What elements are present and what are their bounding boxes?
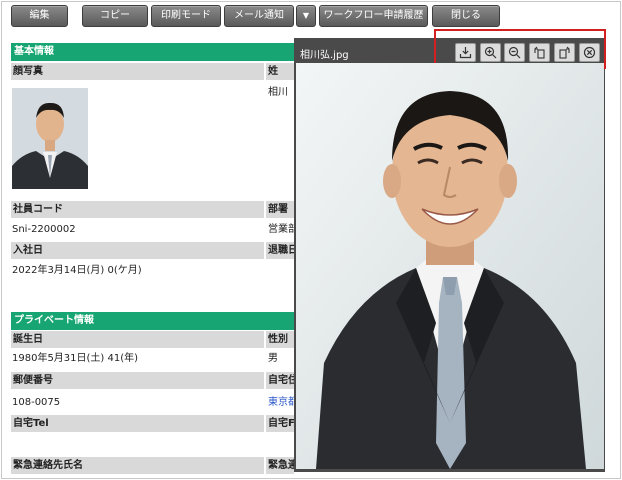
surname-label: 姓 bbox=[266, 63, 294, 80]
home-address-label: 自宅住所 bbox=[266, 372, 294, 389]
postal-code-value: 108-0075 bbox=[12, 397, 61, 408]
gender-value: 男 bbox=[268, 353, 278, 364]
emergency-tel-label: 緊急連絡先 bbox=[266, 457, 294, 474]
photo-label: 顔写真 bbox=[11, 63, 264, 80]
edit-button[interactable]: 編集 bbox=[11, 5, 68, 27]
department-value: 営業部 bbox=[268, 224, 294, 235]
mail-notify-dropdown-button[interactable]: ▼ bbox=[296, 5, 316, 27]
print-mode-button[interactable]: 印刷モード bbox=[151, 5, 221, 27]
retire-date-label: 退職日 bbox=[266, 242, 294, 259]
join-date-value: 2022年3月14日(月) 0(ケ月) bbox=[12, 265, 142, 276]
home-fax-label: 自宅FAX bbox=[266, 415, 294, 432]
profile-photo[interactable] bbox=[12, 88, 88, 189]
birthday-value: 1980年5月31日(土) 41(年) bbox=[12, 353, 139, 364]
mail-notify-button[interactable]: メール通知 bbox=[224, 5, 294, 27]
employee-code-value: Sni-2200002 bbox=[12, 224, 76, 235]
surname-value: 相川 bbox=[268, 87, 288, 98]
viewer-image bbox=[296, 63, 604, 469]
postal-code-label: 郵便番号 bbox=[11, 372, 264, 389]
employee-code-label: 社員コード bbox=[11, 201, 264, 218]
copy-button[interactable]: コピー bbox=[82, 5, 148, 27]
home-address-value[interactable]: 東京都 bbox=[268, 396, 294, 410]
viewer-filename: 相川弘.jpg bbox=[300, 50, 349, 61]
join-date-label: 入社日 bbox=[11, 242, 264, 259]
basic-info-header: 基本情報 bbox=[11, 43, 294, 61]
private-info-header: プライベート情報 bbox=[11, 312, 294, 330]
workflow-history-button[interactable]: ワークフロー申請履歴 bbox=[319, 5, 428, 27]
emergency-name-label: 緊急連絡先氏名 bbox=[11, 457, 264, 474]
birthday-label: 誕生日 bbox=[11, 331, 264, 348]
home-tel-label: 自宅Tel bbox=[11, 415, 264, 432]
gender-label: 性別 bbox=[266, 331, 294, 348]
close-button[interactable]: 閉じる bbox=[432, 5, 500, 27]
department-label: 部署 bbox=[266, 201, 294, 218]
